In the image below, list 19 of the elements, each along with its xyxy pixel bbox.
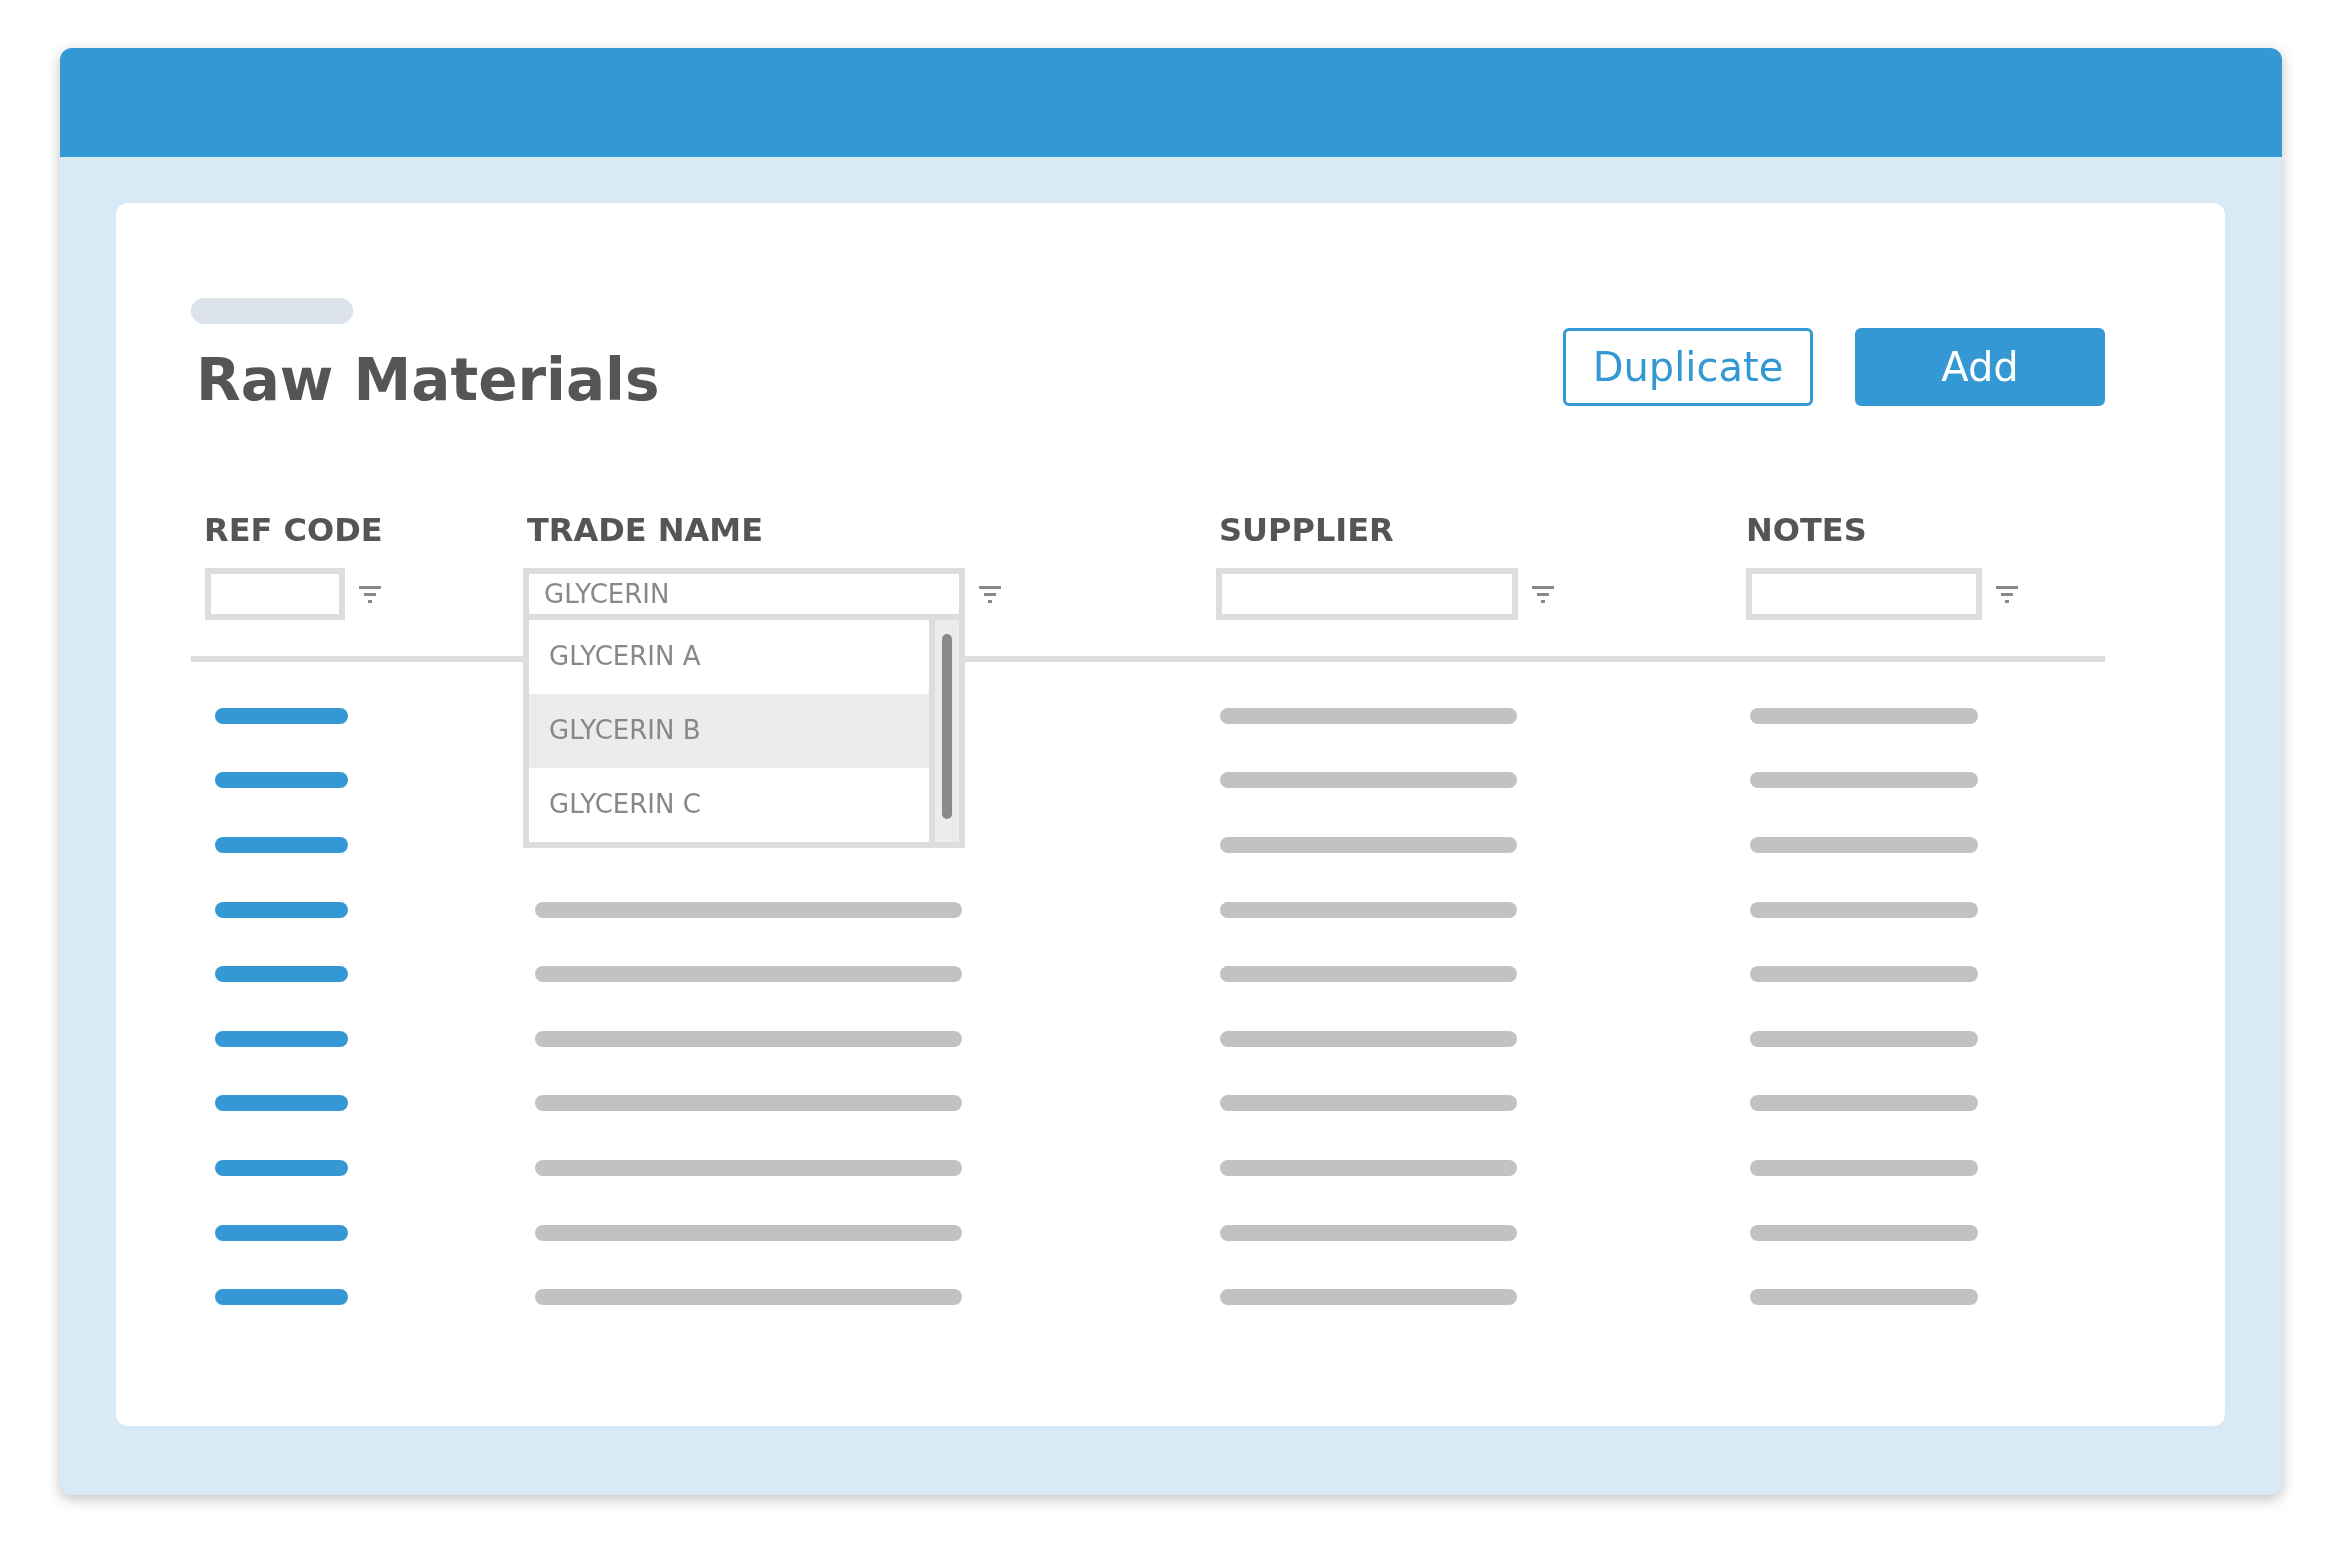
column-header: NOTES [1746,509,1868,551]
dropdown-option[interactable]: GLYCERIN C [529,767,929,842]
page-title: Raw Materials [196,346,660,416]
dropdown-option[interactable]: GLYCERIN A [529,619,929,694]
column-header: SUPPLIER [1218,509,1395,551]
filter-field[interactable] [1746,567,1982,620]
filter-field[interactable]: GLYCERIN [523,567,965,620]
filter-icon[interactable] [359,584,381,603]
filter-field[interactable] [1216,567,1518,620]
filter-icon[interactable] [1532,584,1554,603]
column-header: REF CODE [203,509,384,551]
filter-field[interactable] [205,567,345,620]
scrollbar-thumb[interactable] [942,633,952,819]
duplicate-button[interactable]: Duplicate [1563,328,1813,406]
filter-icon[interactable] [1996,584,2018,603]
filter-icon[interactable] [979,584,1001,603]
add-button[interactable]: Add [1855,328,2105,406]
dropdown-option[interactable]: GLYCERIN B [529,693,929,768]
column-header: TRADE NAME [526,509,765,551]
